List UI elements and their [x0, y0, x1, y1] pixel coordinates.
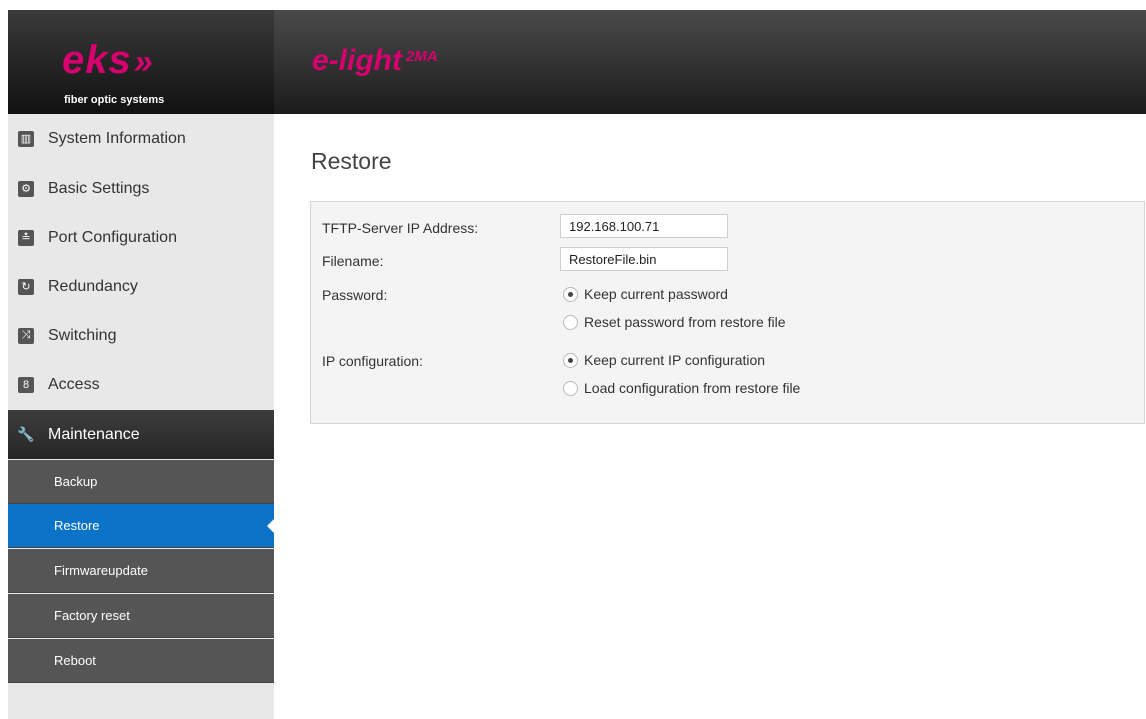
submenu-item-label: Reboot [54, 653, 96, 668]
brand-subtitle: fiber optic systems [64, 94, 165, 106]
sliders-icon: ≛ [18, 229, 34, 246]
logo-text: eks [62, 38, 132, 82]
submenu-item-backup[interactable]: Backup [8, 460, 274, 504]
bar-chart-icon: ▥ [18, 130, 34, 147]
product-logo: e-light 2MA [312, 46, 438, 76]
sidebar-item-switching[interactable]: ⤨ Switching [8, 311, 274, 360]
filename-input[interactable]: RestoreFile.bin [560, 247, 728, 271]
sidebar-item-port-configuration[interactable]: ≛ Port Configuration [8, 213, 274, 262]
tftp-server-ip-input[interactable]: 192.168.100.71 [560, 214, 728, 238]
sidebar-item-label: System Information [48, 129, 186, 147]
sidebar-item-label: Port Configuration [48, 228, 177, 246]
sidebar-item-redundancy[interactable]: ↻ Redundancy [8, 262, 274, 311]
page-title: Restore [311, 148, 392, 174]
wrench-icon: 🔧 [17, 426, 35, 442]
sidebar-item-label: Redundancy [48, 277, 138, 295]
shuffle-icon: ⤨ [18, 327, 34, 344]
logo-arrows: » [133, 43, 154, 81]
password-keep-radio-option[interactable]: Keep current password [563, 286, 728, 302]
restore-form-panel: TFTP-Server IP Address: 192.168.100.71 F… [310, 201, 1145, 424]
brand-header: eks» fiber optic systems [8, 10, 274, 114]
ip-keep-radio[interactable] [563, 352, 578, 368]
password-keep-label: Keep current password [584, 286, 728, 302]
sidebar-item-system-information[interactable]: ▥ System Information [8, 114, 274, 163]
app-root: eks» fiber optic systems e-light 2MA ▥ Sy… [0, 0, 1146, 719]
password-reset-radio-option[interactable]: Reset password from restore file [563, 314, 786, 330]
ip-load-radio-option[interactable]: Load configuration from restore file [563, 380, 800, 396]
password-reset-radio[interactable] [563, 314, 578, 330]
password-keep-radio[interactable] [563, 286, 578, 302]
product-name: e-light [312, 44, 402, 77]
sidebar-item-access[interactable]: 8 Access [8, 360, 274, 409]
sidebar-item-label: Basic Settings [48, 179, 150, 197]
submenu-item-label: Firmwareupdate [54, 563, 148, 578]
sidebar-item-basic-settings[interactable]: ⚙ Basic Settings [8, 164, 274, 213]
submenu-item-label: Restore [54, 518, 100, 533]
ip-keep-radio-option[interactable]: Keep current IP configuration [563, 352, 765, 368]
ip-keep-label: Keep current IP configuration [584, 352, 766, 368]
sidebar-item-label: Maintenance [48, 425, 140, 443]
lock-icon: 8 [18, 376, 34, 393]
filename-label: Filename: [322, 253, 384, 269]
submenu-item-restore[interactable]: Restore [8, 504, 275, 548]
submenu-item-reboot[interactable]: Reboot [8, 639, 274, 683]
password-reset-label: Reset password from restore file [584, 314, 786, 330]
ip-load-radio[interactable] [563, 380, 578, 396]
ip-load-label: Load configuration from restore file [584, 380, 801, 396]
submenu-item-firmwareupdate[interactable]: Firmwareupdate [8, 549, 274, 593]
sidebar: ▥ System Information ⚙ Basic Settings ≛ … [8, 114, 275, 719]
submenu-item-factory-reset[interactable]: Factory reset [8, 594, 274, 638]
product-version: 2MA [406, 48, 438, 65]
sidebar-item-label: Switching [48, 326, 117, 344]
sidebar-item-maintenance[interactable]: 🔧 Maintenance [8, 410, 274, 459]
submenu-item-label: Factory reset [54, 608, 130, 623]
password-label: Password: [322, 287, 388, 303]
eks-logo: eks» [62, 40, 154, 82]
tftp-server-label: TFTP-Server IP Address: [322, 220, 479, 236]
gear-icon: ⚙ [18, 180, 34, 197]
submenu-item-label: Backup [54, 474, 98, 489]
active-indicator [267, 518, 275, 534]
ring-icon: ↻ [18, 278, 34, 295]
ip-configuration-label: IP configuration: [322, 353, 423, 369]
sidebar-item-label: Access [48, 375, 100, 393]
